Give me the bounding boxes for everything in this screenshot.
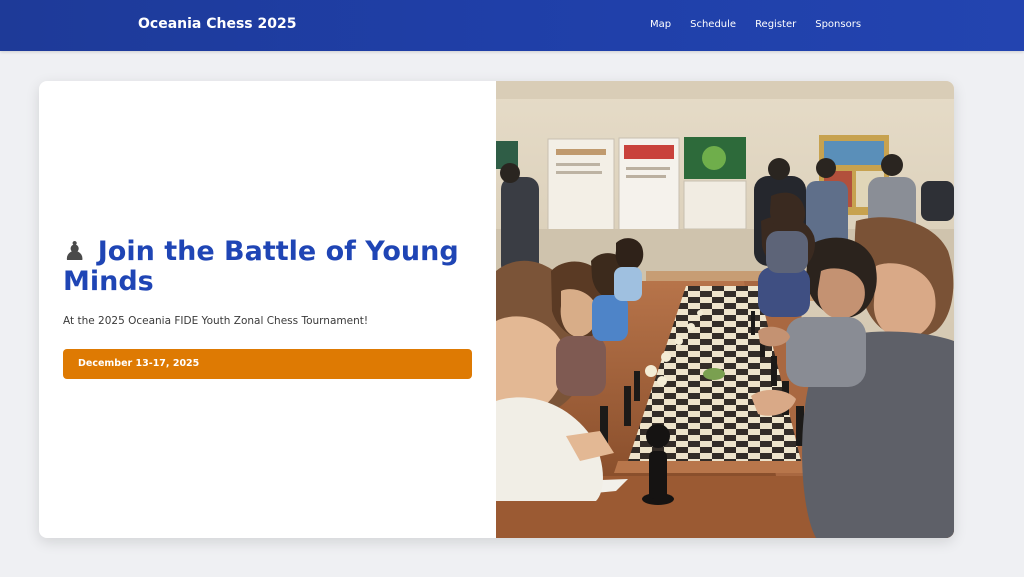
- top-navbar: Oceania Chess 2025 Map Schedule Register…: [0, 0, 1024, 51]
- chess-tournament-photo: [496, 81, 954, 538]
- event-date-button[interactable]: December 13-17, 2025: [63, 349, 472, 379]
- hero-subtitle: At the 2025 Oceania FIDE Youth Zonal Che…: [63, 315, 369, 327]
- nav-link-map[interactable]: Map: [650, 17, 671, 33]
- hero-title-text: Join the Battle of Young Minds: [63, 236, 459, 297]
- main-nav: Map Schedule Register Sponsors: [650, 17, 880, 33]
- hero-text-panel: ♟ Join the Battle of Young Minds At the …: [39, 81, 496, 538]
- nav-link-sponsors[interactable]: Sponsors: [815, 17, 861, 33]
- nav-link-schedule[interactable]: Schedule: [690, 17, 736, 33]
- chess-pawn-icon: ♟: [63, 237, 87, 267]
- hero-card: ♟ Join the Battle of Young Minds At the …: [39, 81, 954, 538]
- brand-title[interactable]: Oceania Chess 2025: [138, 14, 296, 34]
- hero-title: ♟ Join the Battle of Young Minds: [63, 237, 473, 297]
- nav-link-register[interactable]: Register: [755, 17, 796, 33]
